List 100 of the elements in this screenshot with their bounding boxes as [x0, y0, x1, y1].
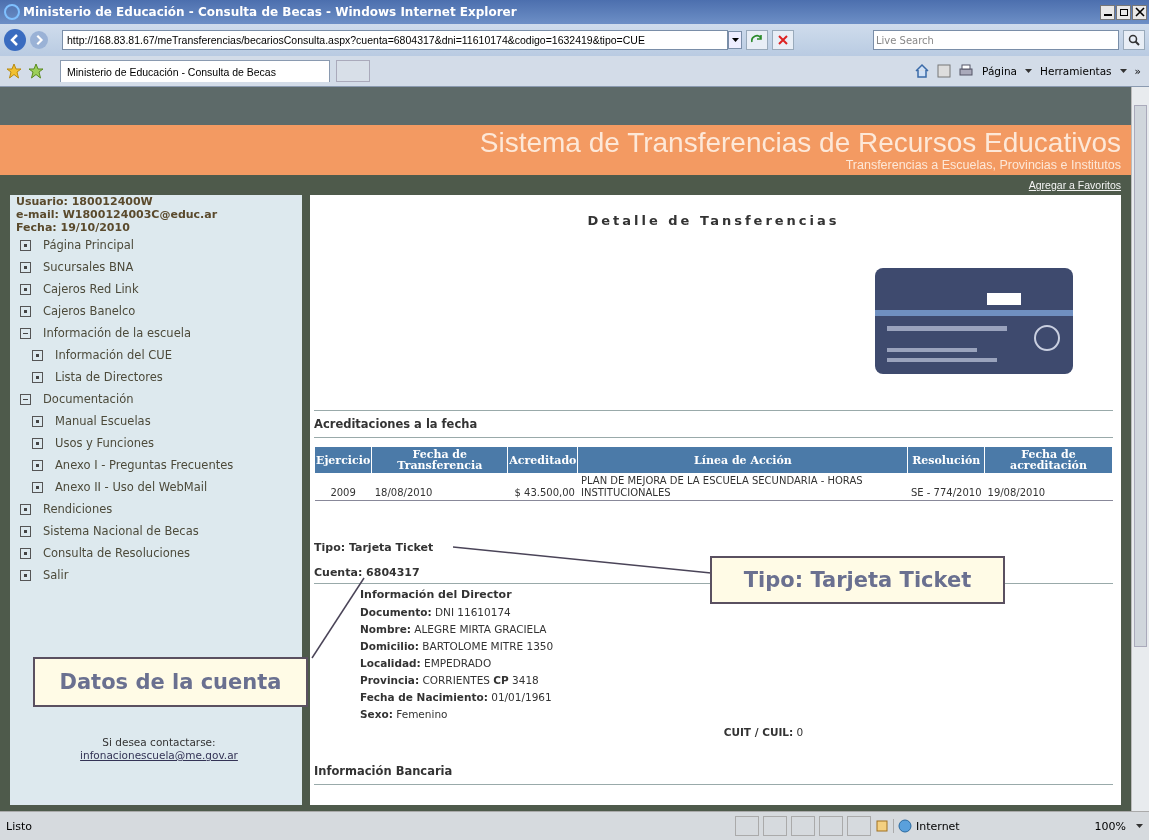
maximize-icon — [1118, 7, 1129, 17]
table-cell: PLAN DE MEJORA DE LA ESCUELA SECUNDARIA - HORAS INSTITUCIONALES — [577, 473, 908, 501]
close-button[interactable] — [1132, 4, 1147, 20]
caret-icon — [731, 38, 739, 42]
section-title: Acreditaciones a la fecha — [314, 416, 479, 433]
protected-mode-icon — [875, 819, 889, 833]
page-heading: Detalle de Tansferencias — [586, 212, 841, 230]
callout-label: Datos de la cuenta — [33, 657, 308, 707]
stop-button[interactable] — [772, 30, 794, 50]
tree-toggle-icon[interactable] — [32, 371, 43, 383]
stop-icon — [777, 34, 789, 46]
tree-toggle-icon[interactable] — [32, 481, 43, 493]
site-subtitle: Transferencias a Escuelas, Provincias e Institutos — [845, 158, 1121, 172]
tree-toggle-icon[interactable] — [32, 459, 43, 471]
home-icon[interactable] — [914, 63, 931, 79]
vertical-scrollbar[interactable] — [1131, 87, 1149, 811]
table-cell: 19/08/2010 — [984, 473, 1113, 501]
command-menu-button[interactable]: Herramientas — [1038, 65, 1114, 77]
sidebar-item[interactable]: Rendiciones — [16, 498, 302, 520]
tree-toggle-icon[interactable] — [20, 305, 31, 317]
sidebar-item[interactable]: Página Principal — [16, 234, 302, 256]
search-icon — [1128, 34, 1140, 46]
address-dropdown-button[interactable] — [728, 31, 742, 49]
director-field: Domicilio: BARTOLOME MITRE 1350 — [360, 640, 554, 652]
add-favorites-icon[interactable] — [28, 63, 44, 79]
browser-tab[interactable]: Ministerio de Educación - Consulta de Becas — [60, 60, 330, 82]
search-button[interactable] — [1123, 30, 1145, 50]
search-field[interactable]: Live Search — [873, 30, 1119, 50]
status-text: Listo — [6, 819, 33, 833]
tree-toggle-icon[interactable] — [20, 547, 31, 559]
print-icon[interactable] — [958, 63, 975, 79]
callout-label: Tipo: Tarjeta Ticket — [710, 556, 1005, 604]
sidebar-item[interactable]: Sistema Nacional de Becas — [16, 520, 302, 542]
globe-icon — [898, 819, 912, 833]
tree-toggle-icon[interactable] — [32, 437, 43, 449]
table-cell: SE - 774/2010 — [907, 473, 985, 501]
user-info-text: e-mail: W1800124003C@educ.ar — [16, 208, 219, 221]
contact-text: Si desea contactarse: — [102, 736, 216, 748]
sidebar-item[interactable]: Manual Escuelas — [16, 410, 302, 432]
tree-toggle-icon[interactable] — [20, 569, 31, 581]
sidebar-item[interactable]: Información del CUE — [16, 344, 302, 366]
zoom-button[interactable]: 100% — [1082, 818, 1132, 834]
column-header: Resolución — [907, 446, 985, 474]
status-pane — [763, 816, 787, 836]
sidebar-item[interactable]: Cajeros Red Link — [16, 278, 302, 300]
back-button[interactable] — [4, 29, 26, 51]
column-header: Fecha de Transferencia — [371, 446, 508, 474]
tree-toggle-icon[interactable] — [20, 327, 31, 339]
tree-toggle-icon[interactable] — [20, 239, 31, 251]
cuit-field: CUIT / CUIL: 0 — [723, 726, 804, 738]
caret-icon — [1025, 69, 1033, 73]
column-header: Línea de Acción — [577, 446, 908, 474]
sidebar-item[interactable]: Anexo II - Uso del WebMail — [16, 476, 302, 498]
tree-toggle-icon[interactable] — [20, 393, 31, 405]
status-pane — [819, 816, 843, 836]
browser-logo-icon — [4, 4, 20, 20]
site-title: Sistema de Transferencias de Recursos Educativos — [479, 128, 1121, 158]
tree-toggle-icon[interactable] — [20, 261, 31, 273]
director-info-title: Información del Director — [360, 588, 512, 601]
tree-toggle-icon[interactable] — [20, 525, 31, 537]
maximize-button[interactable] — [1116, 4, 1131, 20]
caret-icon — [1136, 824, 1143, 828]
tree-toggle-icon[interactable] — [32, 415, 43, 427]
column-header: Acreditado — [507, 446, 578, 474]
favorites-link[interactable]: Agregar a Favoritos — [1028, 179, 1121, 191]
status-pane — [847, 816, 871, 836]
minimize-button[interactable] — [1100, 4, 1115, 20]
sidebar-item[interactable]: Lista de Directores — [16, 366, 302, 388]
table-cell: 18/08/2010 — [371, 473, 508, 501]
refresh-button[interactable] — [746, 30, 768, 50]
caret-icon — [1119, 69, 1127, 73]
table-cell: 2009 — [314, 473, 372, 501]
security-zone-text: Internet — [893, 819, 1038, 833]
sidebar-item[interactable]: Usos y Funciones — [16, 432, 302, 454]
sidebar-item[interactable]: Sucursales BNA — [16, 256, 302, 278]
sidebar-item[interactable]: Salir — [16, 564, 302, 586]
close-icon — [1134, 7, 1145, 17]
director-field: Localidad: EMPEDRADO — [360, 657, 492, 669]
column-header: Ejercicio — [314, 446, 372, 474]
sidebar-item[interactable]: Documentación — [16, 388, 302, 410]
column-header: Fecha de acreditación — [984, 446, 1113, 474]
command-menu-button[interactable]: Página — [980, 65, 1020, 77]
director-field: Provincia: CORRIENTES CP 3418 — [360, 674, 539, 686]
minimize-icon — [1103, 14, 1112, 16]
tree-toggle-icon[interactable] — [32, 349, 43, 361]
user-info-text: Fecha: 19/10/2010 — [16, 221, 131, 234]
address-field[interactable]: http://168.83.81.67/meTransferencias/becariosConsulta.aspx?cuenta=6804317&dni=11610174&codigo=1632419&tipo=CUE — [62, 30, 728, 50]
director-field: Documento: DNI 11610174 — [360, 606, 511, 618]
director-field: Nombre: ALEGRE MIRTA GRACIELA — [360, 623, 547, 635]
sidebar-item[interactable]: Consulta de Resoluciones — [16, 542, 302, 564]
sidebar-item[interactable]: Información de la escuela — [16, 322, 302, 344]
tree-toggle-icon[interactable] — [20, 503, 31, 515]
table-cell: $ 43.500,00 — [507, 473, 578, 501]
toolbar-overflow-button[interactable]: » — [1132, 65, 1143, 77]
sidebar-item[interactable]: Anexo I - Preguntas Frecuentes — [16, 454, 302, 476]
contact-email-link[interactable]: infonacionescuela@me.gov.ar — [80, 749, 238, 761]
sidebar-item[interactable]: Cajeros Banelco — [16, 300, 302, 322]
tree-toggle-icon[interactable] — [20, 283, 31, 295]
director-field: Fecha de Nacimiento: 01/01/1961 — [360, 691, 552, 703]
favorites-star-icon[interactable] — [6, 63, 22, 79]
